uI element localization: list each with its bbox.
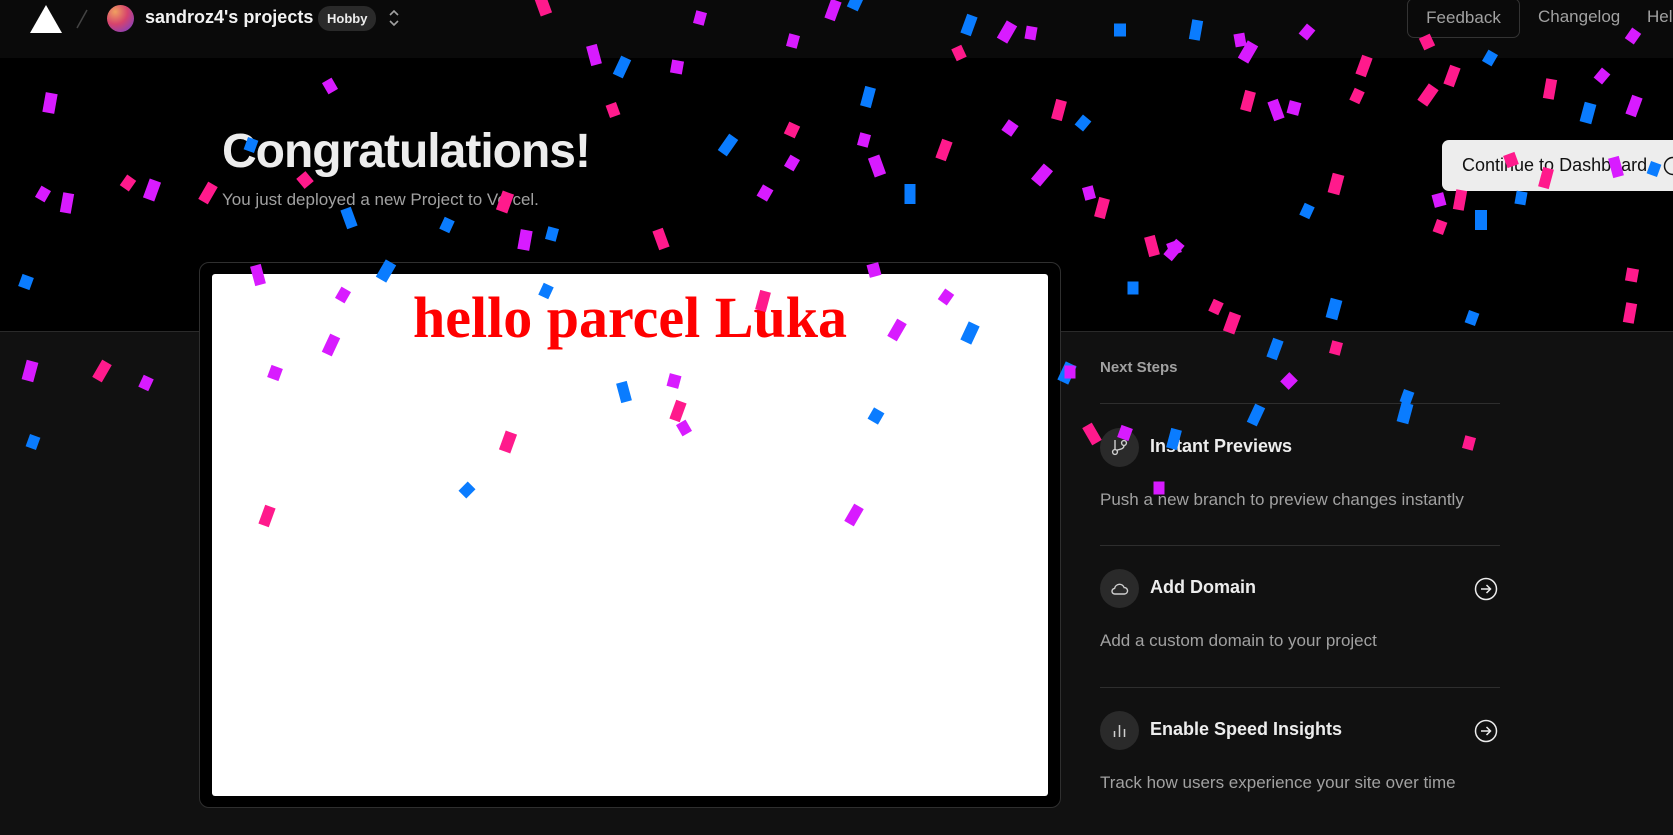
deployment-success-page: sandroz4's projects Hobby Feedback Chang… [0, 0, 1673, 835]
step-instant-previews[interactable]: Instant Previews Push a new branch to pr… [1100, 428, 1500, 558]
deployment-preview[interactable]: hello parcel Luka [199, 262, 1061, 808]
page-subtitle: You just deployed a new Project to Verce… [222, 190, 539, 209]
confetti-piece [25, 434, 41, 450]
page-title: Congratulations! [222, 125, 591, 178]
confetti-piece [1082, 422, 1102, 446]
branch-icon [1100, 428, 1139, 467]
step-enable-speed-insights[interactable]: Enable Speed Insights Track how users ex… [1100, 711, 1500, 835]
step-description: Track how users experience your site ove… [1100, 773, 1456, 792]
confetti-piece [1329, 340, 1343, 356]
confetti-piece [92, 359, 112, 383]
confetti-piece [1266, 337, 1284, 361]
chevron-up-down-icon[interactable] [385, 7, 403, 29]
arrow-right-circle-icon[interactable] [1474, 577, 1498, 601]
step-title: Enable Speed Insights [1150, 719, 1343, 739]
top-navigation: sandroz4's projects Hobby Feedback Chang… [0, 0, 1673, 58]
arrow-right-circle-icon[interactable] [1474, 719, 1498, 743]
project-scope-name[interactable]: sandroz4's projects [145, 7, 313, 28]
confetti-piece [1246, 403, 1266, 427]
step-description: Push a new branch to preview changes ins… [1100, 490, 1464, 509]
deployment-screenshot[interactable]: hello parcel Luka [212, 274, 1048, 796]
feedback-button[interactable]: Feedback [1407, 0, 1520, 38]
divider [1100, 403, 1500, 404]
plan-badge: Hobby [318, 6, 377, 31]
confetti-piece [21, 359, 39, 383]
continue-to-dashboard-button[interactable]: Continue to Dashboard [1442, 140, 1673, 191]
confetti-piece [1396, 401, 1414, 425]
step-title: Instant Previews [1150, 436, 1293, 456]
breadcrumb-separator-icon [76, 9, 88, 29]
confetti-piece [138, 374, 154, 392]
team-avatar[interactable] [107, 5, 134, 32]
arrow-right-circle-icon [1663, 156, 1673, 176]
step-description: Add a custom domain to your project [1100, 631, 1377, 650]
divider [1100, 687, 1500, 688]
vercel-logo-icon[interactable] [29, 4, 63, 34]
cloud-icon [1100, 569, 1139, 608]
bar-chart-icon [1100, 711, 1139, 750]
help-link[interactable]: Help [1647, 7, 1673, 27]
confetti-piece [1064, 365, 1076, 379]
step-add-domain[interactable]: Add Domain Add a custom domain to your p… [1100, 569, 1500, 699]
confetti-piece [1280, 372, 1298, 390]
preview-heading: hello parcel Luka [413, 285, 847, 350]
changelog-link[interactable]: Changelog [1538, 7, 1620, 27]
step-title: Add Domain [1150, 577, 1256, 597]
divider [1100, 545, 1500, 546]
next-steps-title: Next Steps [1100, 359, 1178, 376]
